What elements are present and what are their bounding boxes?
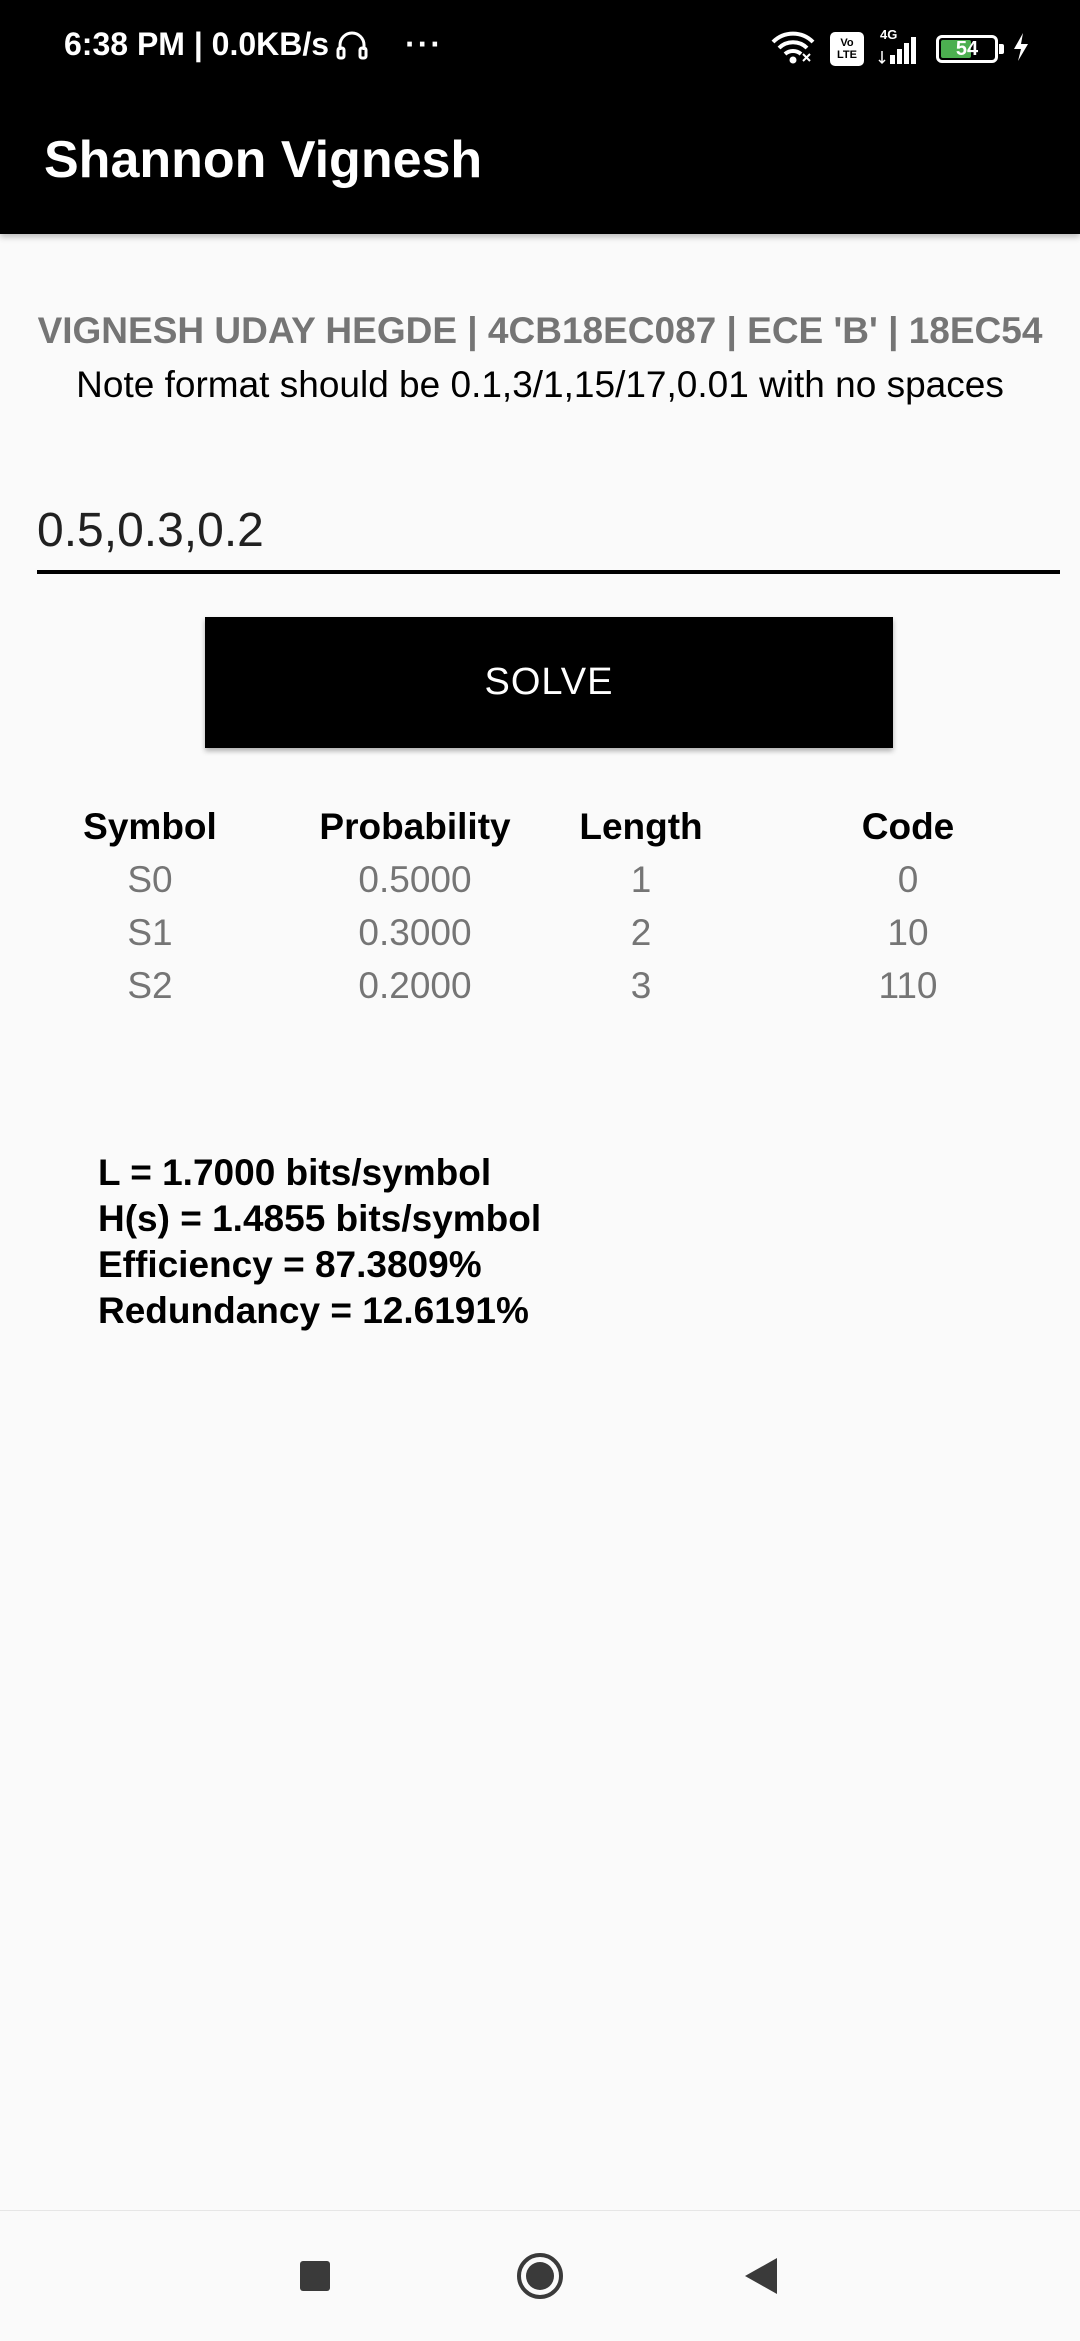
cell-length: 2 (630, 912, 652, 953)
cell-length: 3 (630, 965, 652, 1006)
nav-recents-icon[interactable] (300, 2261, 330, 2291)
header-symbol: Symbol (83, 806, 217, 847)
cell-length: 1 (630, 859, 652, 900)
volte-label-vo: Vo (840, 37, 854, 49)
status-left: 6:38 PM | 0.0KB/s ··· (64, 26, 443, 63)
table-row: S2 0.2000 3 110 (0, 959, 1080, 1012)
table-header-row: Symbol Probability Length Code (0, 800, 1080, 853)
redundancy: Redundancy = 12.6191% (98, 1290, 529, 1331)
probability-input[interactable] (37, 490, 1060, 570)
charging-icon (1012, 32, 1030, 67)
status-bar: 6:38 PM | 0.0KB/s ··· Vo LTE 4G 54 (0, 0, 1080, 100)
app-bar: Shannon Vignesh (0, 100, 1080, 234)
app-title: Shannon Vignesh (44, 131, 483, 189)
format-note: Note format should be 0.1,3/1,15/17,0.01… (76, 364, 1004, 405)
average-length: L = 1.7000 bits/symbol (98, 1152, 492, 1193)
volte-icon: Vo LTE (830, 32, 864, 66)
entropy: H(s) = 1.4855 bits/symbol (98, 1198, 542, 1239)
headset-icon (335, 28, 369, 62)
probability-input-field[interactable] (37, 490, 1060, 574)
more-icon: ··· (405, 26, 444, 62)
nav-home-icon[interactable] (515, 2251, 565, 2301)
cell-symbol: S1 (127, 912, 173, 953)
table-row: S1 0.3000 2 10 (0, 906, 1080, 959)
student-info-header: VIGNESH UDAY HEGDE | 4CB18EC087 | ECE 'B… (37, 310, 1043, 351)
battery-level: 54 (955, 38, 979, 60)
cell-code: 110 (878, 965, 938, 1006)
status-time-speed: 6:38 PM | 0.0KB/s (64, 26, 330, 62)
efficiency: Efficiency = 87.3809% (98, 1244, 482, 1285)
cell-code: 0 (897, 859, 919, 900)
nav-back-icon[interactable] (743, 2256, 779, 2296)
stats-block: L = 1.7000 bits/symbol H(s) = 1.4855 bit… (98, 1150, 541, 1334)
wifi-icon (770, 30, 816, 69)
navigation-bar (0, 2210, 1080, 2341)
volte-label-lte: LTE (837, 49, 857, 61)
status-right: Vo LTE 4G 54 (770, 26, 1030, 72)
cell-code: 10 (887, 912, 929, 953)
header-code: Code (861, 806, 955, 847)
battery-icon: 54 (936, 35, 1004, 63)
solve-button[interactable]: SOLVE (205, 617, 893, 748)
table-row: S0 0.5000 1 0 (0, 853, 1080, 906)
signal-icon: 4G (878, 27, 922, 67)
result-table: Symbol Probability Length Code S0 0.5000… (0, 800, 1080, 1012)
header-length: Length (579, 806, 703, 847)
cell-symbol: S0 (127, 859, 173, 900)
cell-symbol: S2 (127, 965, 173, 1006)
battery-tip (999, 44, 1004, 54)
